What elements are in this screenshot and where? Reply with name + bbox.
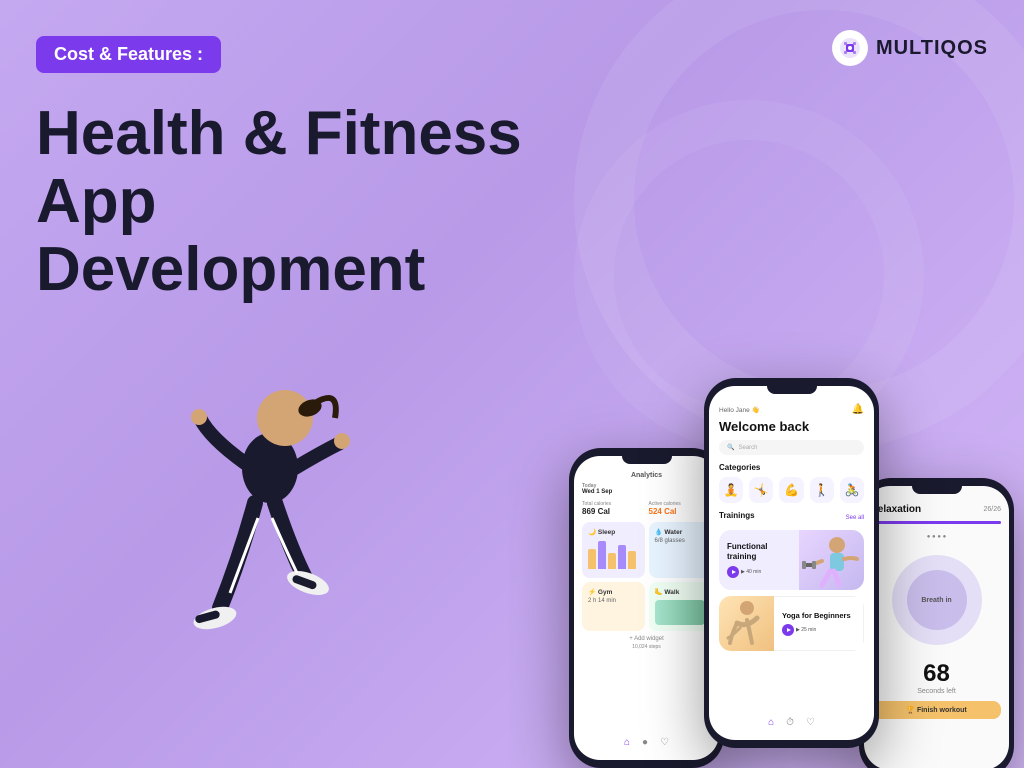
logo-text: MULTIQOS — [876, 37, 988, 60]
yoga-image — [719, 596, 774, 651]
breath-outer-circle: Breath in — [892, 555, 982, 645]
yoga-play-button[interactable] — [782, 624, 794, 636]
main-screen-content: Hello Jane 👋 🔔 Welcome back 🔍 Search Cat… — [709, 386, 874, 740]
functional-time-text: ▶ 40 min — [741, 569, 761, 575]
add-widget: + Add widget — [582, 636, 711, 642]
cat-strength[interactable]: 💪 — [779, 477, 803, 503]
countdown-number: 68 — [872, 660, 1001, 688]
logo: MULTIQOS — [832, 30, 988, 66]
bottom-nav-left: ⌂ ● ♡ — [574, 737, 719, 748]
analytics-cards: 🌙 Sleep 💧 Water 6/8 glasses — [582, 522, 711, 631]
phone-analytics: Analytics Today Wed 1 Sep Total calories… — [569, 448, 724, 768]
logo-svg — [839, 37, 861, 59]
runner-svg — [100, 308, 440, 768]
phones-container: Analytics Today Wed 1 Sep Total calories… — [569, 378, 1014, 748]
search-bar[interactable]: 🔍 Search — [719, 440, 864, 455]
analytics-screen: Analytics Today Wed 1 Sep Total calories… — [574, 456, 719, 760]
cat-yoga[interactable]: 🧘 — [719, 477, 743, 503]
play-button[interactable] — [727, 566, 739, 578]
functional-training-name: Functional training — [727, 542, 791, 561]
cat-cycle[interactable]: 🚴 — [840, 477, 864, 503]
logo-icon — [832, 30, 868, 66]
yoga-card[interactable]: Yoga for Beginners ▶ 25 min — [719, 596, 864, 651]
relaxation-screen: Relaxation 26/26 ● ● ● ● Breath in — [864, 486, 1009, 768]
yoga-time: ▶ 25 min — [782, 624, 855, 636]
main-background: Cost & Features : MULTIQOS Health & Fitn… — [0, 0, 1024, 768]
breath-animation: Breath in — [872, 555, 1001, 645]
analytics-today: Today Wed 1 Sep — [582, 483, 711, 495]
phone-notch-center — [767, 386, 817, 394]
relax-progress-bar — [872, 521, 1001, 524]
welcome-text: Welcome back — [719, 419, 864, 434]
functional-training-image — [799, 530, 864, 590]
phone-main: Hello Jane 👋 🔔 Welcome back 🔍 Search Cat… — [704, 378, 879, 748]
dots-indicator: ● ● ● ● — [872, 534, 1001, 540]
trainings-title: Trainings — [719, 511, 755, 520]
runner-figure — [80, 288, 460, 768]
bottom-nav-center: ⌂ ⏱ ♡ — [709, 717, 874, 728]
relax-progress-fill — [872, 521, 1001, 524]
steps-value: 10,024 steps — [582, 644, 711, 650]
main-app-screen: Hello Jane 👋 🔔 Welcome back 🔍 Search Cat… — [709, 386, 874, 740]
see-all-link[interactable]: See all — [846, 515, 864, 521]
hello-text: Hello Jane 👋 — [719, 406, 760, 414]
bell-icon: 🔔 — [852, 404, 864, 415]
phone-notch-left — [622, 456, 672, 464]
countdown-label: Seconds left — [872, 688, 1001, 695]
relax-header: Relaxation 26/26 — [872, 504, 1001, 515]
cost-badge: Cost & Features : — [36, 36, 221, 73]
search-icon: 🔍 — [727, 444, 734, 451]
cat-stretch[interactable]: 🤸 — [749, 477, 773, 503]
relax-screen-content: Relaxation 26/26 ● ● ● ● Breath in — [864, 486, 1009, 768]
yoga-name: Yoga for Beginners — [782, 611, 855, 620]
functional-training-info: Functional training ▶ 40 min — [719, 530, 799, 590]
finish-workout-button[interactable]: 🏆 Finish workout — [872, 701, 1001, 719]
categories-row: 🧘 🤸 💪 🚶 🚴 — [719, 477, 864, 503]
trainings-header: Trainings See all — [719, 511, 864, 525]
yoga-time-text: ▶ 25 min — [796, 627, 816, 633]
analytics-title: Analytics — [582, 472, 711, 479]
phone-notch-right — [912, 486, 962, 494]
countdown-display: 68 Seconds left — [872, 660, 1001, 695]
analytics-stats: Total calories 869 Cal Active calories 5… — [582, 501, 711, 516]
phone-relaxation: Relaxation 26/26 ● ● ● ● Breath in — [859, 478, 1014, 768]
cat-walk[interactable]: 🚶 — [810, 477, 834, 503]
relax-title: Relaxation — [872, 504, 921, 515]
categories-title: Categories — [719, 463, 864, 472]
app-header: Hello Jane 👋 🔔 — [719, 404, 864, 415]
functional-training-card[interactable]: Functional training ▶ 40 min — [719, 530, 864, 590]
page-title: Health & Fitness App Development — [36, 100, 616, 305]
breath-inner-circle: Breath in — [907, 570, 967, 630]
yoga-info: Yoga for Beginners ▶ 25 min — [774, 596, 864, 651]
functional-training-time: ▶ 40 min — [727, 566, 791, 578]
relax-progress-label: 26/26 — [983, 506, 1001, 513]
main-heading: Health & Fitness App Development — [36, 100, 616, 305]
